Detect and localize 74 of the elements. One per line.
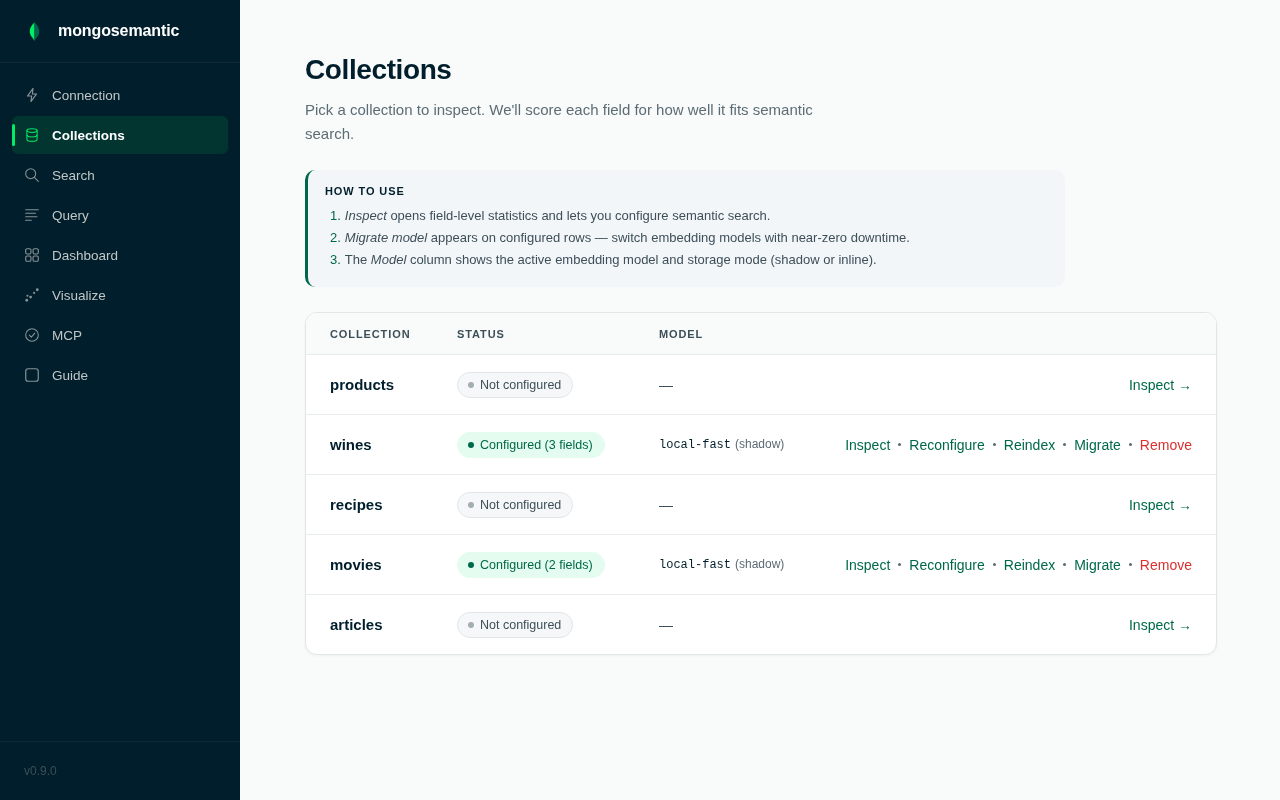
- separator-dot-icon: [1128, 443, 1132, 446]
- action-link[interactable]: Reindex: [1003, 556, 1056, 573]
- separator-dot-icon: [992, 563, 996, 566]
- status-text: Configured (3 fields): [480, 437, 593, 452]
- scatter-dots-icon: [25, 288, 39, 302]
- collection-name: products: [330, 376, 395, 393]
- step-number: 3.: [330, 251, 341, 269]
- step-number: 2.: [330, 229, 341, 247]
- search-icon: [25, 168, 39, 182]
- database-icon: [25, 128, 39, 142]
- action-link[interactable]: Inspect: [845, 436, 891, 453]
- model-text: —: [659, 616, 673, 633]
- nav-item[interactable]: Connection: [12, 76, 228, 114]
- page-title: Collections: [305, 53, 453, 87]
- collection-name: recipes: [330, 496, 383, 513]
- separator-dot-icon: [898, 443, 902, 446]
- step-number: 1.: [330, 207, 341, 225]
- status-dot-icon: [468, 501, 474, 508]
- collection-name: articles: [330, 616, 383, 633]
- rounded-square-icon: [25, 368, 39, 382]
- nav-item[interactable]: Query: [12, 196, 228, 234]
- separator-dot-icon: [1128, 563, 1132, 566]
- lines-icon: [25, 208, 39, 222]
- action-link[interactable]: Inspect →: [1128, 376, 1192, 393]
- storage-mode: (shadow): [735, 437, 785, 451]
- step-text: Inspect opens field-level statistics and lets you configure semantic search.: [344, 207, 771, 225]
- nav-item[interactable]: Collections: [12, 116, 228, 154]
- separator-dot-icon: [992, 443, 996, 446]
- grid-icon: [25, 248, 39, 262]
- nav-item[interactable]: Guide: [12, 356, 228, 394]
- separator-dot-icon: [1063, 563, 1067, 566]
- action-link[interactable]: Reconfigure: [909, 436, 985, 453]
- separator-dot-icon: [1063, 443, 1067, 446]
- check-circle-icon: [25, 328, 39, 342]
- action-link[interactable]: Reconfigure: [909, 556, 985, 573]
- action-link[interactable]: Reindex: [1003, 436, 1056, 453]
- action-link[interactable]: Migrate: [1074, 436, 1121, 453]
- status-dot-icon: [468, 381, 474, 388]
- action-link[interactable]: Inspect →: [1128, 616, 1192, 633]
- status-dot-icon: [468, 621, 474, 628]
- page-description: Pick a collection to inspect. We'll score each field for how well it fits semantic search.: [305, 100, 814, 144]
- leaf-logo-icon: [29, 21, 40, 41]
- column-header: COLLECTION: [330, 327, 411, 340]
- status-text: Configured (2 fields): [480, 557, 593, 572]
- action-link[interactable]: Inspect: [845, 556, 891, 573]
- action-link[interactable]: Migrate: [1074, 556, 1121, 573]
- status-text: Not configured: [480, 617, 562, 632]
- nav-item[interactable]: Search: [12, 156, 228, 194]
- action-link[interactable]: Remove: [1139, 556, 1192, 573]
- status-dot-icon: [468, 441, 474, 448]
- brand-name: mongosemantic: [58, 22, 180, 40]
- model-name: local-fast: [659, 438, 731, 452]
- nav-item[interactable]: Dashboard: [12, 236, 228, 274]
- storage-mode: (shadow): [735, 557, 785, 571]
- status-text: Not configured: [480, 497, 562, 512]
- column-header: STATUS: [457, 327, 505, 340]
- status-text: Not configured: [480, 377, 562, 392]
- nav-item[interactable]: Visualize: [12, 276, 228, 314]
- model-text: —: [659, 496, 673, 513]
- version-label: v0.9.0: [24, 764, 57, 778]
- lightning-icon: [25, 88, 39, 102]
- model-text: —: [659, 376, 673, 393]
- action-link[interactable]: Inspect →: [1128, 496, 1192, 513]
- model-name: local-fast: [659, 558, 731, 572]
- action-link[interactable]: Remove: [1139, 436, 1192, 453]
- collection-name: movies: [330, 556, 382, 573]
- step-text: Migrate model appears on configured rows — switch embedding models with near-zero downtime.: [344, 229, 910, 247]
- nav-item[interactable]: MCP: [12, 316, 228, 354]
- step-text: The Model column shows the active embedding model and storage mode (shadow or inline).: [344, 251, 877, 269]
- column-header: MODEL: [659, 327, 704, 340]
- separator-dot-icon: [898, 563, 902, 566]
- collection-name: wines: [330, 436, 372, 453]
- status-dot-icon: [468, 561, 474, 568]
- how-to-title: HOW TO USE: [325, 184, 406, 199]
